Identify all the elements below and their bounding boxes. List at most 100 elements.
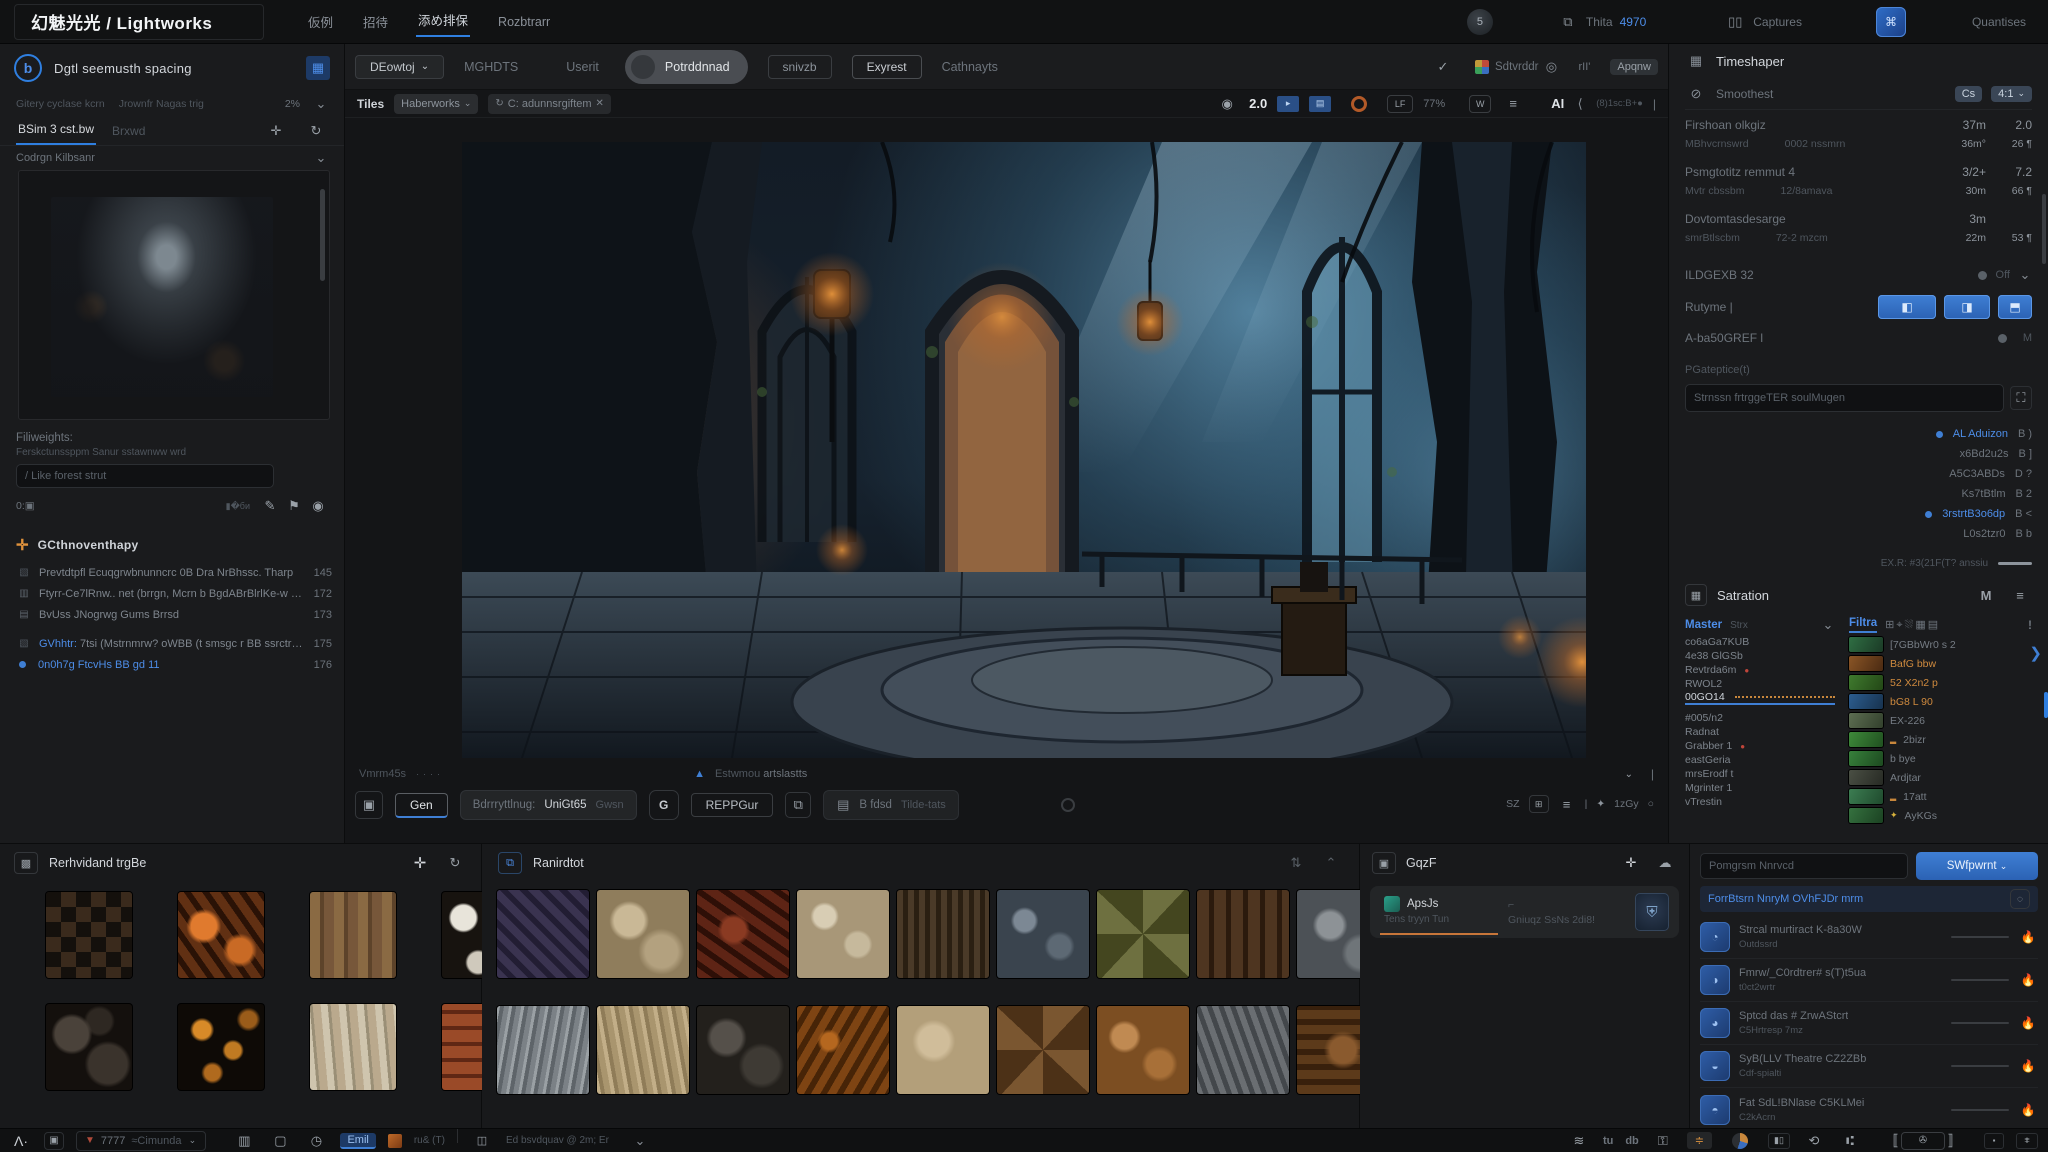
loop-icon[interactable]: ⟲: [1802, 1129, 1826, 1152]
stream-search-input[interactable]: [1685, 384, 2004, 412]
scene-tab-2[interactable]: ↻C: adunnsrgiftem✕: [488, 94, 611, 114]
rendition-thumb[interactable]: [997, 1006, 1089, 1094]
texture-thumb[interactable]: [46, 892, 132, 978]
mode-segment[interactable]: Potrddnnad: [625, 50, 748, 84]
history-row[interactable]: ▥ Ftyrr-Ce7lRnw.. net (brrgn, Mcrn b Bgd…: [16, 583, 332, 604]
agent-tab-inactive[interactable]: ⌐ Gniuqz SsNs 2di8!: [1508, 899, 1595, 926]
gear-cloud-icon[interactable]: ☁: [1653, 851, 1677, 875]
mixer-m-icon[interactable]: M: [1974, 583, 1998, 607]
master-chevron-icon[interactable]: ⌄: [1821, 614, 1835, 636]
rendition-thumb[interactable]: [697, 1006, 789, 1094]
filter-row[interactable]: EX-226: [1849, 711, 2032, 730]
app-switcher-icon[interactable]: ⌘: [1876, 7, 1906, 37]
board-icon[interactable]: ▣: [355, 791, 383, 819]
stack-lines-icon[interactable]: ⩨: [2016, 1133, 2038, 1149]
master-header[interactable]: Master: [1685, 619, 1722, 631]
texture-thumb[interactable]: [178, 892, 264, 978]
favorite-spark-icon[interactable]: 🔥: [2018, 1103, 2038, 1117]
favorite-spark-icon[interactable]: 🔥: [2018, 973, 2038, 987]
map-view-icon[interactable]: ▦: [306, 56, 330, 80]
nav-lights[interactable]: MGHDTS: [464, 60, 518, 74]
check-icon[interactable]: ✓: [1431, 55, 1455, 79]
list-small-icon[interactable]: ≡: [1558, 792, 1576, 816]
zoom-chip-b[interactable]: ▤: [1309, 96, 1331, 112]
search-action-icon[interactable]: ⛶: [2010, 386, 2032, 410]
rendition-thumb[interactable]: [597, 890, 689, 978]
master-row[interactable]: RWOL2: [1685, 677, 1835, 691]
waves-icon[interactable]: ≋: [1567, 1129, 1591, 1152]
rating-button-3[interactable]: ⬒: [1998, 295, 2032, 319]
filter-row[interactable]: BafG bbw: [1849, 654, 2032, 673]
project-item[interactable]: ◒ SyB(LLV Theatre CZ2ZBbCdf-spialti 🔥: [1700, 1045, 2038, 1088]
favorite-spark-icon[interactable]: 🔥: [2018, 930, 2038, 944]
favorite-spark-icon[interactable]: 🔥: [2018, 1059, 2038, 1073]
agent-tab-active[interactable]: ApsJs Tens tryyn Tun: [1380, 890, 1498, 935]
master-row[interactable]: Mgrinter 1: [1685, 781, 1835, 795]
tab-recent[interactable]: Brxwd: [112, 124, 145, 138]
b-group[interactable]: ▤ B fdsd Tilde-tats: [823, 790, 958, 820]
gen-button[interactable]: Gen: [395, 793, 448, 818]
box-icon[interactable]: ▢: [268, 1129, 292, 1152]
chevron-left-icon[interactable]: ⟨: [1574, 93, 1586, 115]
record-icon[interactable]: [1351, 96, 1367, 112]
master-row[interactable]: Radnat: [1685, 725, 1835, 739]
export-button[interactable]: Exyrest: [852, 55, 922, 79]
project-dropdown[interactable]: DEowtoj⌄: [355, 55, 444, 79]
add-strategy-row[interactable]: ✛ GCthnoventhapy: [16, 536, 138, 554]
target-icon[interactable]: ○: [1648, 798, 1654, 810]
texture-thumb[interactable]: [310, 1004, 396, 1090]
add-icon[interactable]: ✛: [264, 119, 288, 143]
rendition-thumb[interactable]: [597, 1006, 689, 1094]
grid-small-icon[interactable]: ⊞: [1529, 795, 1549, 813]
texture-thumb[interactable]: [310, 892, 396, 978]
right-scrollbar[interactable]: [2042, 194, 2046, 264]
key-icon[interactable]: ⚿: [1651, 1129, 1675, 1152]
trash-icon[interactable]: ▣: [44, 1132, 64, 1150]
preview-scrollbar[interactable]: [320, 189, 325, 281]
master-row[interactable]: eastGeria: [1685, 753, 1835, 767]
preset-dot[interactable]: [1998, 334, 2007, 343]
ai-button[interactable]: AI: [1551, 96, 1564, 111]
album-section-header[interactable]: Codrgn Kilbsanr ⌄: [0, 146, 344, 170]
pie-icon[interactable]: [1732, 1133, 1748, 1149]
top-tool-mesh[interactable]: ⧉ Thita 4970: [1557, 11, 1646, 33]
filter-header[interactable]: Filtra: [1849, 617, 1877, 633]
tab-files-active[interactable]: BSim 3 cst.bw: [16, 117, 96, 145]
bracket-icon[interactable]: ⑆: [1838, 1129, 1862, 1152]
filter-tool-icons[interactable]: ⊞⌖⛆▦▤: [1885, 618, 1940, 632]
collapse-icon[interactable]: ⌄: [1617, 762, 1641, 786]
workfast-button[interactable]: SWfpwrnt ⌄: [1916, 852, 2038, 880]
project-item[interactable]: ◓ Fat SdL!BNlase C5KLMeiC2kAcrn 🔥: [1700, 1088, 2038, 1131]
mini-list-row[interactable]: L0s2tzr0B b: [1685, 524, 2032, 544]
filter-row[interactable]: [7GBbWr0 s 2: [1849, 635, 2032, 654]
emit-chip[interactable]: Emil: [340, 1133, 375, 1149]
menu-item-3[interactable]: Rozbtrarr: [496, 11, 552, 33]
ratio-chip[interactable]: 4:1⌄: [1991, 86, 2032, 102]
menu-item-1[interactable]: 招待: [361, 8, 390, 35]
close-icon[interactable]: ✕: [596, 98, 604, 109]
top-tool-captures[interactable]: ▯▯ Captures: [1724, 11, 1802, 33]
project-filter-icon[interactable]: ◌: [2010, 889, 2030, 909]
rating-button-1[interactable]: ◧: [1878, 295, 1936, 319]
palette-icon[interactable]: [388, 1134, 402, 1148]
rendition-thumb[interactable]: [997, 890, 1089, 978]
sort-icon[interactable]: ⇅: [1284, 851, 1308, 875]
prompt-input[interactable]: [16, 464, 274, 488]
expand-chevron-icon[interactable]: ⌄: [629, 1130, 651, 1152]
nav-settings[interactable]: Cathnayts: [942, 60, 998, 74]
master-row[interactable]: 4e38 GlGSb: [1685, 649, 1835, 663]
chevron-icon[interactable]: ⌄: [2018, 264, 2032, 286]
master-row[interactable]: co6aGa7KUB: [1685, 635, 1835, 649]
master-row[interactable]: Grabber 1●: [1685, 739, 1835, 753]
mini-list-row[interactable]: Ks7tBtlmB 2: [1685, 484, 2032, 504]
menu-icon[interactable]: ≡: [1501, 92, 1525, 116]
add-texture-icon[interactable]: ✛: [408, 851, 432, 875]
filter-row[interactable]: Ardjtar: [1849, 768, 2032, 787]
history-row[interactable]: ▧ GVhhtr: 7tsi (Mstrnmrw? oWBB (t smsgc …: [16, 633, 332, 654]
menu-item-0[interactable]: 仮例: [306, 8, 335, 35]
rendition-thumb[interactable]: [497, 890, 589, 978]
filter-row[interactable]: ▂17att: [1849, 787, 2032, 806]
play-icon[interactable]: ▲: [694, 768, 705, 780]
chart-icon[interactable]: ▥: [232, 1129, 256, 1152]
toolbar-right-pill[interactable]: Apqnw: [1610, 59, 1658, 75]
